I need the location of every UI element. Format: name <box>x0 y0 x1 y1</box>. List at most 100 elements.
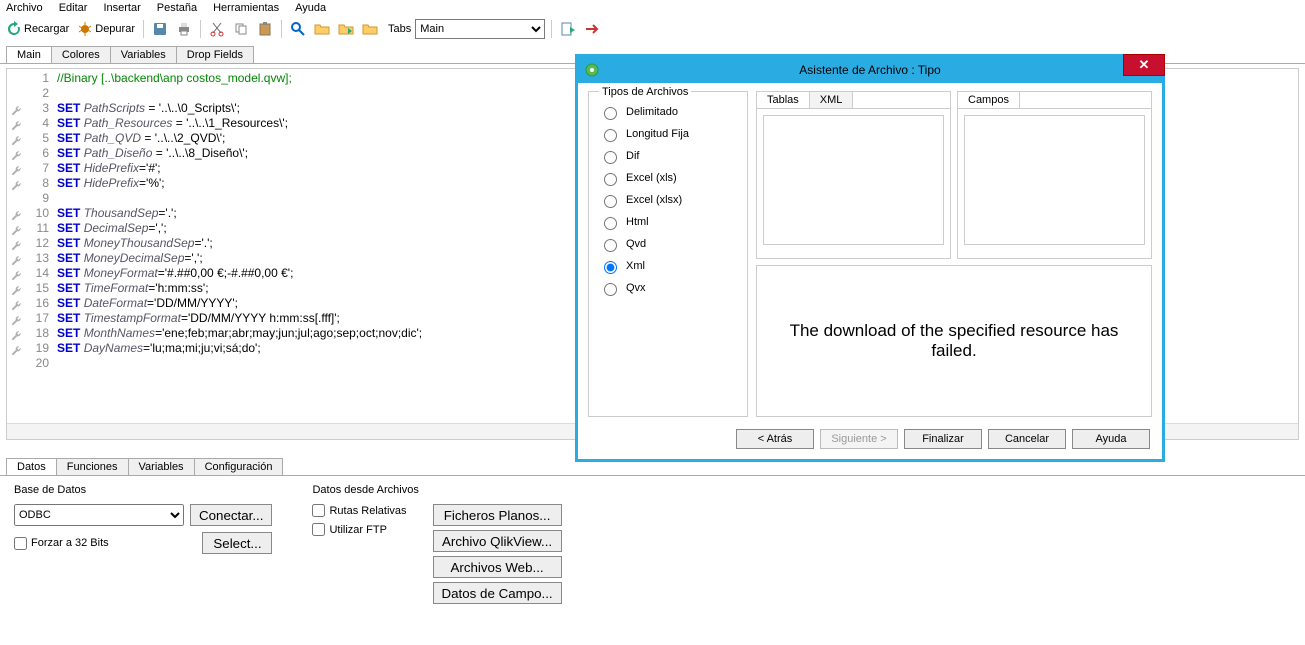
back-button[interactable]: < Atrás <box>736 429 814 449</box>
script-tab-variables[interactable]: Variables <box>110 46 177 63</box>
reload-icon <box>6 21 22 37</box>
use-ftp-checkbox[interactable]: Utilizar FTP <box>312 523 406 536</box>
debug-button[interactable]: Depurar <box>75 20 137 38</box>
relative-paths-checkbox[interactable]: Rutas Relativas <box>312 504 406 517</box>
wrench-icon <box>9 178 20 189</box>
folder-arrow-icon <box>338 21 354 37</box>
wrench-icon <box>9 283 20 294</box>
flat-files-button[interactable]: Ficheros Planos... <box>433 504 562 526</box>
include-button[interactable] <box>336 20 356 38</box>
wrench-icon <box>9 253 20 264</box>
preview-pane: The download of the specified resource h… <box>756 265 1152 417</box>
database-title: Base de Datos <box>14 484 272 496</box>
wrench-icon <box>9 148 20 159</box>
wrench-icon <box>9 103 20 114</box>
bottom-tab-configuración[interactable]: Configuración <box>194 458 284 475</box>
paste-button[interactable] <box>255 20 275 38</box>
fields-list[interactable] <box>964 115 1145 245</box>
menu-pestaña[interactable]: Pestaña <box>157 2 197 14</box>
script-tab-drop-fields[interactable]: Drop Fields <box>176 46 254 63</box>
filetype-html[interactable]: Html <box>599 214 737 230</box>
copy-icon <box>233 21 249 37</box>
cancel-button[interactable]: Cancelar <box>988 429 1066 449</box>
debug-label: Depurar <box>95 23 135 35</box>
cut-icon <box>209 21 225 37</box>
wrench-icon <box>9 223 20 234</box>
finish-button[interactable]: Finalizar <box>904 429 982 449</box>
filetype-dif[interactable]: Dif <box>599 148 737 164</box>
run-script-button[interactable] <box>558 20 578 38</box>
filetype-excel-xlsx-[interactable]: Excel (xlsx) <box>599 192 737 208</box>
tab-tablas[interactable]: Tablas <box>756 91 810 108</box>
wrench-icon <box>9 133 20 144</box>
wrench-icon <box>9 343 20 354</box>
search-icon <box>290 21 306 37</box>
filetype-delimitado[interactable]: Delimitado <box>599 104 737 120</box>
menu-ayuda[interactable]: Ayuda <box>295 2 326 14</box>
tab-xml[interactable]: XML <box>809 91 854 108</box>
clear-button[interactable] <box>582 20 602 38</box>
menu-herramientas[interactable]: Herramientas <box>213 2 279 14</box>
filetype-xml[interactable]: Xml <box>599 258 737 274</box>
bottom-tab-datos[interactable]: Datos <box>6 458 57 475</box>
tabs-select[interactable]: Main <box>415 19 545 39</box>
dialog-title: Asistente de Archivo : Tipo <box>799 63 940 77</box>
web-files-button[interactable]: Archivos Web... <box>433 556 562 578</box>
field-data-button[interactable]: Datos de Campo... <box>433 582 562 604</box>
filetype-excel-xls-[interactable]: Excel (xls) <box>599 170 737 186</box>
wrench-icon <box>9 298 20 309</box>
wrench-icon <box>9 118 20 129</box>
folder-plus-icon <box>362 21 378 37</box>
dialog-close-button[interactable]: ✕ <box>1123 54 1165 76</box>
script-tab-colores[interactable]: Colores <box>51 46 111 63</box>
print-button[interactable] <box>174 20 194 38</box>
file-types-legend: Tipos de Archivos <box>599 86 691 98</box>
filetype-qvd[interactable]: Qvd <box>599 236 737 252</box>
line-gutter: 1234567891011121314151617181920 <box>7 69 53 423</box>
bottom-tab-funciones[interactable]: Funciones <box>56 458 129 475</box>
arrow-right-icon <box>584 21 600 37</box>
reload-button[interactable]: Recargar <box>4 20 71 38</box>
app-icon <box>584 62 600 78</box>
file-types-group: Tipos de Archivos DelimitadoLongitud Fij… <box>588 91 748 417</box>
wrench-icon <box>9 238 20 249</box>
tables-group: Tablas XML <box>756 91 951 259</box>
folder-icon <box>314 21 330 37</box>
filetype-longitud-fija[interactable]: Longitud Fija <box>599 126 737 142</box>
dialog-titlebar[interactable]: Asistente de Archivo : Tipo ✕ <box>578 57 1162 83</box>
connect-button[interactable]: Conectar... <box>190 504 272 526</box>
fields-group: Campos <box>957 91 1152 259</box>
wrench-icon <box>9 328 20 339</box>
database-group: Base de Datos ODBC Conectar... Forzar a … <box>14 484 272 604</box>
save-button[interactable] <box>150 20 170 38</box>
tab-campos[interactable]: Campos <box>957 91 1020 108</box>
select-button[interactable]: Select... <box>202 532 272 554</box>
file-wizard-dialog: Asistente de Archivo : Tipo ✕ Tipos de A… <box>575 54 1165 462</box>
files-group: Datos desde Archivos Rutas Relativas Uti… <box>312 484 561 604</box>
wrench-icon <box>9 313 20 324</box>
menu-insertar[interactable]: Insertar <box>103 2 140 14</box>
wrench-icon <box>9 163 20 174</box>
insert-button[interactable] <box>360 20 380 38</box>
force-32bit-checkbox[interactable]: Forzar a 32 Bits <box>14 537 109 550</box>
qlikview-file-button[interactable]: Archivo QlikView... <box>433 530 562 552</box>
code-content[interactable]: //Binary [..\backend\anp costos_model.qv… <box>53 69 426 423</box>
bottom-tab-variables[interactable]: Variables <box>128 458 195 475</box>
save-icon <box>152 21 168 37</box>
print-icon <box>176 21 192 37</box>
cut-button[interactable] <box>207 20 227 38</box>
find-button[interactable] <box>288 20 308 38</box>
help-button[interactable]: Ayuda <box>1072 429 1150 449</box>
open-folder-button[interactable] <box>312 20 332 38</box>
script-tab-main[interactable]: Main <box>6 46 52 63</box>
wrench-icon <box>9 208 20 219</box>
menu-bar: Archivo Editar Insertar Pestaña Herramientas… <box>0 0 1305 16</box>
error-message: The download of the specified resource h… <box>787 321 1121 361</box>
copy-button[interactable] <box>231 20 251 38</box>
filetype-qvx[interactable]: Qvx <box>599 280 737 296</box>
menu-editar[interactable]: Editar <box>59 2 88 14</box>
menu-archivo[interactable]: Archivo <box>6 2 43 14</box>
files-title: Datos desde Archivos <box>312 484 561 496</box>
tables-list[interactable] <box>763 115 944 245</box>
database-driver-select[interactable]: ODBC <box>14 504 184 526</box>
